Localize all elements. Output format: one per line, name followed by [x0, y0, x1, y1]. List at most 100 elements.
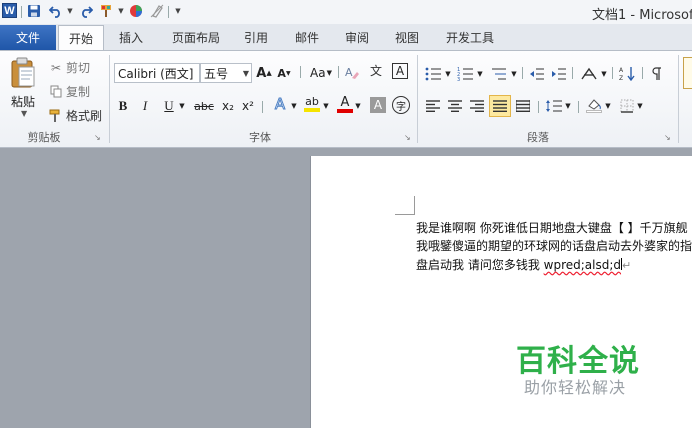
- tab-page-layout[interactable]: 页面布局: [164, 25, 228, 50]
- tab-home[interactable]: 开始: [58, 25, 104, 50]
- clipboard-group-label: 剪贴板: [27, 131, 61, 144]
- copy-label: 复制: [66, 85, 91, 99]
- watermark-subtitle: 助你轻松解决: [524, 378, 627, 397]
- color-wheel-icon[interactable]: [128, 3, 144, 19]
- save-icon[interactable]: [27, 3, 41, 19]
- font-color-dropdown-icon[interactable]: ▼: [354, 97, 362, 115]
- bullets-button[interactable]: [424, 65, 444, 83]
- bold-button[interactable]: B: [116, 97, 130, 115]
- superscript-button[interactable]: x²: [240, 97, 256, 115]
- paint-brush-icon[interactable]: [99, 3, 115, 19]
- shading-button[interactable]: [584, 96, 604, 114]
- cut-label: 剪切: [66, 61, 91, 75]
- font-size-dropdown-icon[interactable]: ▼: [243, 69, 249, 78]
- svg-text:Z: Z: [619, 75, 623, 81]
- italic-button[interactable]: I: [138, 97, 152, 115]
- numbering-button[interactable]: 123: [456, 65, 476, 83]
- redo-icon[interactable]: [79, 3, 93, 19]
- tab-developer[interactable]: 开发工具: [438, 25, 502, 50]
- character-shading-button[interactable]: A: [370, 97, 386, 113]
- document-line-2[interactable]: 我哦鐾傻逼的期望的环球网的话盘启动去外婆家的指: [416, 237, 692, 254]
- paragraph-launcher-icon[interactable]: ↘: [664, 133, 672, 142]
- clear-formatting-button[interactable]: A: [344, 63, 360, 81]
- align-left-button[interactable]: [424, 97, 442, 115]
- tab-review[interactable]: 审阅: [336, 25, 378, 50]
- chinese-layout-dropdown-icon[interactable]: ▼: [600, 65, 608, 83]
- toolbar-separator: [21, 6, 22, 18]
- shading-dropdown-icon[interactable]: ▼: [604, 97, 612, 115]
- copy-icon: [48, 85, 64, 98]
- underline-dropdown-icon[interactable]: ▼: [178, 97, 186, 115]
- tab-file[interactable]: 文件: [0, 25, 56, 50]
- format-painter-label: 格式刷: [66, 109, 103, 123]
- toolbar-separator: [538, 101, 539, 113]
- styles-gallery-edge[interactable]: [683, 57, 692, 89]
- misspelled-word[interactable]: wpred;alsd;d: [544, 258, 621, 272]
- copy-button[interactable]: 复制: [48, 83, 90, 100]
- document-line-3[interactable]: 盘启动我 请问您多钱我 wpred;alsd;d↵: [416, 256, 631, 273]
- paragraph-mark: ↵: [622, 259, 632, 272]
- line-spacing-dropdown-icon[interactable]: ▼: [564, 97, 572, 115]
- highlight-dropdown-icon[interactable]: ▼: [322, 97, 330, 115]
- toolbar-separator: [522, 67, 523, 79]
- underline-button[interactable]: U: [162, 97, 176, 115]
- multilevel-list-button[interactable]: [488, 65, 510, 83]
- highlight-button[interactable]: ab: [302, 95, 322, 113]
- clear-format-icon[interactable]: [150, 3, 164, 19]
- line-spacing-button[interactable]: [544, 97, 564, 115]
- font-size-combo[interactable]: 五号 ▼: [200, 63, 252, 83]
- paste-button[interactable]: 粘贴: [11, 93, 35, 110]
- character-border-button[interactable]: A: [392, 63, 408, 79]
- ribbon-home: 粘贴 ▼ ✂ 剪切 复制 格式刷 剪贴板 ↘ Calibri (西文] 五号 ▼: [0, 50, 692, 148]
- strikethrough-button[interactable]: abc: [192, 97, 216, 115]
- justify-button[interactable]: [489, 95, 511, 117]
- grow-font-button[interactable]: A ▲: [256, 64, 272, 82]
- document-page[interactable]: [310, 156, 692, 428]
- text-effects-button[interactable]: A: [270, 95, 290, 114]
- format-painter-button[interactable]: 格式刷: [48, 107, 102, 124]
- numbering-dropdown-icon[interactable]: ▼: [476, 65, 484, 83]
- font-color-button[interactable]: A: [336, 95, 354, 113]
- borders-button[interactable]: [618, 97, 636, 115]
- tab-references[interactable]: 引用: [236, 25, 276, 50]
- font-name-combo[interactable]: Calibri (西文]: [114, 63, 200, 83]
- tab-view[interactable]: 视图: [386, 25, 428, 50]
- align-right-button[interactable]: [468, 97, 486, 115]
- shrink-font-button[interactable]: A ▼: [276, 64, 292, 82]
- paste-icon[interactable]: [10, 57, 36, 89]
- chinese-layout-button[interactable]: [578, 65, 600, 83]
- subscript-button[interactable]: x₂: [220, 97, 236, 115]
- font-launcher-icon[interactable]: ↘: [404, 133, 412, 142]
- font-color-swatch: [337, 108, 353, 113]
- svg-text:A: A: [345, 66, 353, 79]
- distributed-button[interactable]: [514, 97, 532, 115]
- phonetic-guide-button[interactable]: 文: [366, 61, 386, 79]
- sort-button[interactable]: AZ: [618, 64, 638, 82]
- change-case-button[interactable]: Aa ▼: [308, 64, 334, 82]
- paragraph-group: ▼ 123 ▼ ▼ ▼ AZ ▼ ▼ ▼ 段落 ↘: [418, 51, 678, 147]
- cut-button[interactable]: ✂ 剪切: [48, 59, 90, 76]
- align-center-button[interactable]: [446, 97, 464, 115]
- bullets-dropdown-icon[interactable]: ▼: [444, 65, 452, 83]
- multilevel-dropdown-icon[interactable]: ▼: [510, 65, 518, 83]
- word-app-icon[interactable]: W: [2, 3, 17, 18]
- paste-dropdown-icon[interactable]: ▼: [21, 109, 27, 118]
- customize-toolbar-icon[interactable]: ▼: [174, 3, 182, 19]
- increase-indent-button[interactable]: [550, 65, 568, 83]
- decrease-indent-button[interactable]: [528, 65, 546, 83]
- undo-icon[interactable]: [49, 3, 63, 19]
- paint-dropdown-icon[interactable]: ▼: [117, 3, 125, 19]
- toolbar-separator: [572, 67, 573, 79]
- enclose-characters-button[interactable]: 字: [392, 96, 410, 114]
- toolbar-separator: [578, 101, 579, 113]
- tab-insert[interactable]: 插入: [110, 25, 152, 50]
- toolbar-separator: [300, 66, 301, 78]
- borders-dropdown-icon[interactable]: ▼: [636, 97, 644, 115]
- text-effects-dropdown-icon[interactable]: ▼: [290, 97, 298, 115]
- show-marks-button[interactable]: [650, 65, 664, 83]
- tab-mailings[interactable]: 邮件: [286, 25, 328, 50]
- document-line-1[interactable]: 我是谁啊啊 你死谁低日期地盘大键盘【 】千万旗舰: [416, 219, 688, 236]
- clipboard-launcher-icon[interactable]: ↘: [94, 133, 102, 142]
- undo-dropdown-icon[interactable]: ▼: [66, 3, 74, 19]
- ribbon-tab-bar: 文件 开始 插入 页面布局 引用 邮件 审阅 视图 开发工具: [0, 24, 692, 50]
